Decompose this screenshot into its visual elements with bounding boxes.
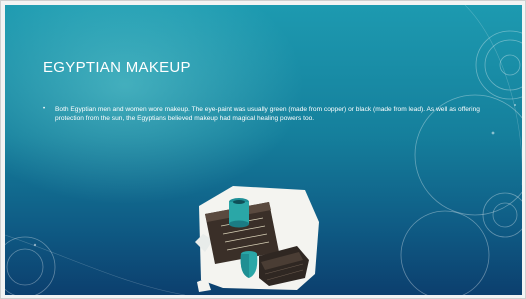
slide-title[interactable]: EGYPTIAN MAKEUP bbox=[43, 59, 191, 76]
cosmetic-box-image[interactable] bbox=[193, 182, 323, 293]
slide-canvas[interactable]: EGYPTIAN MAKEUP • Both Egyptian men and … bbox=[5, 5, 522, 295]
bullet-list-item[interactable]: • Both Egyptian men and women wore makeu… bbox=[43, 105, 483, 123]
bullet-text: Both Egyptian men and women wore makeup.… bbox=[55, 106, 480, 122]
bullet-dot-icon: • bbox=[43, 106, 46, 112]
slide-thumbnail-frame: EGYPTIAN MAKEUP • Both Egyptian men and … bbox=[0, 0, 526, 299]
cosmetic-box-photo-icon bbox=[195, 186, 319, 292]
